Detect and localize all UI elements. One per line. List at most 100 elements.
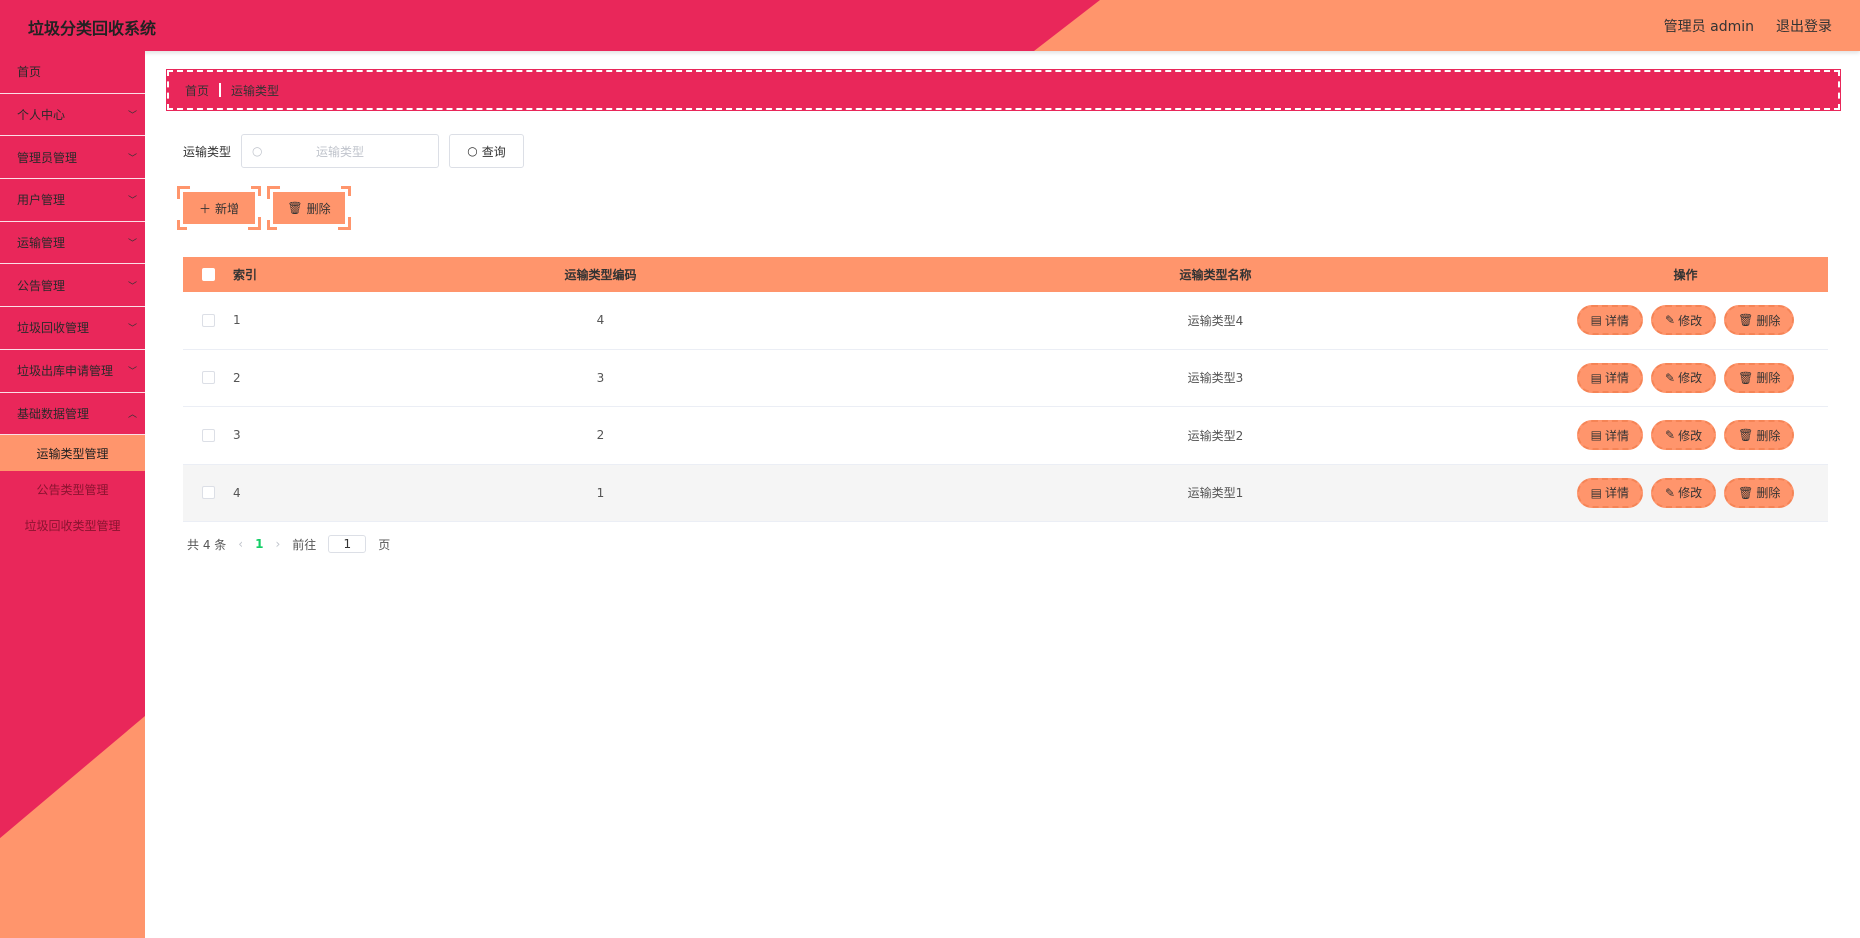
sidebar-item-user-management[interactable]: 用户管理 ﹀ [0, 179, 145, 222]
row-checkbox[interactable] [201, 428, 215, 442]
cell-index: 2 [233, 370, 241, 385]
delete-button-label: 删除 [1756, 428, 1781, 443]
action-toolbar: ＋ 新增 🗑 删除 [177, 186, 351, 230]
cell-name: 运输类型1 [1187, 486, 1244, 501]
chevron-down-icon: ﹀ [127, 153, 137, 164]
edit-button[interactable]: ✎ 修改 [1651, 305, 1717, 336]
delete-button[interactable]: 🗑 删除 [1724, 362, 1795, 393]
delete-button-label: 删除 [1756, 486, 1781, 501]
add-button-label: 新增 [215, 201, 240, 216]
current-user: 管理员 admin [1663, 19, 1754, 35]
chevron-down-icon: ﹀ [127, 196, 137, 207]
delete-button[interactable]: 🗑 删除 [1724, 305, 1795, 336]
sidebar-item-transport-management[interactable]: 运输管理 ﹀ [0, 222, 145, 265]
search-input[interactable]: ○ 运输类型 [241, 134, 440, 168]
edit-button-label: 修改 [1678, 371, 1703, 386]
sidebar-item-label: 运输管理 [17, 236, 66, 251]
detail-button-label: 详情 [1605, 371, 1630, 386]
sidebar-item-notice-management[interactable]: 公告管理 ﹀ [0, 264, 145, 308]
pagination-total: 共 4 条 [187, 537, 227, 552]
search-bar: 运输类型 ○ 运输类型 ○ 查询 [183, 134, 525, 168]
batch-delete-button[interactable]: 🗑 删除 [267, 186, 351, 230]
sidebar-item-personal-center[interactable]: 个人中心 ﹀ [0, 94, 145, 137]
chevron-down-icon: ﹀ [127, 111, 137, 122]
breadcrumb-home[interactable]: 首页 [185, 82, 209, 99]
edit-button-label: 修改 [1678, 486, 1703, 501]
chevron-up-icon: ︿ [127, 409, 137, 420]
search-button[interactable]: ○ 查询 [449, 134, 525, 168]
delete-button[interactable]: 🗑 删除 [1724, 477, 1795, 508]
pagination-page[interactable]: 1 [255, 537, 263, 551]
cell-code: 4 [596, 313, 605, 328]
pagination-page-suffix: 页 [378, 537, 391, 552]
delete-button[interactable]: 🗑 删除 [1724, 420, 1795, 451]
cell-index: 3 [233, 428, 241, 443]
sidebar-item-home[interactable]: 首页 [0, 51, 145, 94]
table-row: 1 4 运输类型4 ▤ 详情 ✎ 修改 🗑 删除 [183, 292, 1828, 350]
detail-button[interactable]: ▤ 详情 [1576, 305, 1644, 336]
trash-icon: 🗑 [1738, 428, 1754, 443]
cell-index: 1 [233, 313, 241, 328]
cell-ops: ▤ 详情 ✎ 修改 🗑 删除 [1543, 477, 1828, 508]
sidebar-item-admin-management[interactable]: 管理员管理 ﹀ [0, 136, 145, 180]
document-icon: ▤ [1590, 313, 1602, 328]
cell-name: 运输类型2 [1187, 428, 1244, 443]
column-header-code: 运输类型编码 [564, 268, 637, 282]
cell-code: 2 [596, 428, 605, 443]
main-content: 首页 运输类型 运输类型 ○ 运输类型 ○ 查询 ＋ 新增 🗑 删除 索引 运输… [145, 51, 1860, 938]
edit-button[interactable]: ✎ 修改 [1651, 477, 1717, 508]
table-row: 2 3 运输类型3 ▤ 详情 ✎ 修改 🗑 删除 [183, 350, 1828, 407]
sidebar-item-label: 用户管理 [17, 193, 66, 208]
column-header-index: 索引 [233, 268, 258, 282]
row-checkbox[interactable] [201, 371, 215, 385]
detail-button[interactable]: ▤ 详情 [1576, 420, 1644, 451]
chevron-right-icon[interactable]: › [275, 537, 280, 551]
detail-button-label: 详情 [1605, 486, 1630, 501]
breadcrumb-separator [219, 83, 222, 97]
cell-code: 1 [596, 485, 605, 500]
row-checkbox[interactable] [201, 486, 215, 500]
sidebar-item-label: 首页 [17, 65, 42, 80]
breadcrumb: 首页 运输类型 [166, 69, 1841, 111]
table-header: 索引 运输类型编码 运输类型名称 操作 [183, 257, 1828, 292]
logout-link[interactable]: 退出登录 [1776, 16, 1832, 36]
edit-icon: ✎ [1665, 313, 1676, 328]
detail-button[interactable]: ▤ 详情 [1576, 362, 1644, 393]
select-all-checkbox[interactable] [201, 268, 215, 281]
search-icon: ○ [252, 144, 263, 158]
sidebar-item-outbound-management[interactable]: 垃圾出库申请管理 ﹀ [0, 350, 145, 393]
sidebar-item-label: 公告管理 [17, 278, 66, 293]
chevron-left-icon[interactable]: ‹ [238, 537, 243, 551]
row-checkbox[interactable] [201, 313, 215, 327]
column-header-ops-label: 操作 [1673, 268, 1698, 282]
sidebar-item-label: 垃圾出库申请管理 [17, 364, 114, 379]
add-button[interactable]: ＋ 新增 [177, 186, 261, 230]
pagination-goto-input[interactable]: 1 [328, 535, 367, 553]
cell-ops: ▤ 详情 ✎ 修改 🗑 删除 [1543, 305, 1828, 336]
cell-code: 3 [596, 370, 605, 385]
sidebar-item-label: 个人中心 [17, 108, 66, 123]
delete-button-label: 删除 [306, 201, 331, 216]
plus-icon: ＋ [198, 201, 211, 216]
top-bar: 垃圾分类回收系统 管理员 admin 退出登录 [0, 0, 1860, 51]
cell-name: 运输类型4 [1187, 313, 1244, 328]
table-row: 4 1 运输类型1 ▤ 详情 ✎ 修改 🗑 删除 [183, 464, 1828, 522]
sidebar-item-base-data[interactable]: 基础数据管理 ︿ [0, 393, 145, 436]
edit-button[interactable]: ✎ 修改 [1651, 362, 1717, 393]
sidebar-subitem-recycling-type[interactable]: 垃圾回收类型管理 [0, 507, 145, 543]
sidebar-item-label: 管理员管理 [17, 150, 78, 165]
sidebar-subitem-label: 公告类型管理 [36, 482, 109, 497]
sidebar-subitem-notice-type[interactable]: 公告类型管理 [0, 471, 145, 507]
edit-button[interactable]: ✎ 修改 [1651, 420, 1717, 451]
edit-icon: ✎ [1665, 428, 1676, 443]
detail-button[interactable]: ▤ 详情 [1576, 477, 1644, 508]
cell-index: 4 [233, 485, 241, 500]
sidebar: 首页 个人中心 ﹀ 管理员管理 ﹀ 用户管理 ﹀ 运输管理 ﹀ 公告管理 ﹀ 垃圾回收管理… [0, 51, 145, 938]
cell-name: 运输类型3 [1187, 371, 1244, 386]
sidebar-item-recycling-management[interactable]: 垃圾回收管理 ﹀ [0, 307, 145, 350]
sidebar-subitem-transport-type[interactable]: 运输类型管理 [0, 435, 145, 472]
sidebar-subitem-label: 运输类型管理 [36, 446, 109, 461]
trash-icon: 🗑 [1738, 313, 1754, 328]
sidebar-decoration [0, 716, 145, 938]
table-row: 3 2 运输类型2 ▤ 详情 ✎ 修改 🗑 删除 [183, 407, 1828, 465]
